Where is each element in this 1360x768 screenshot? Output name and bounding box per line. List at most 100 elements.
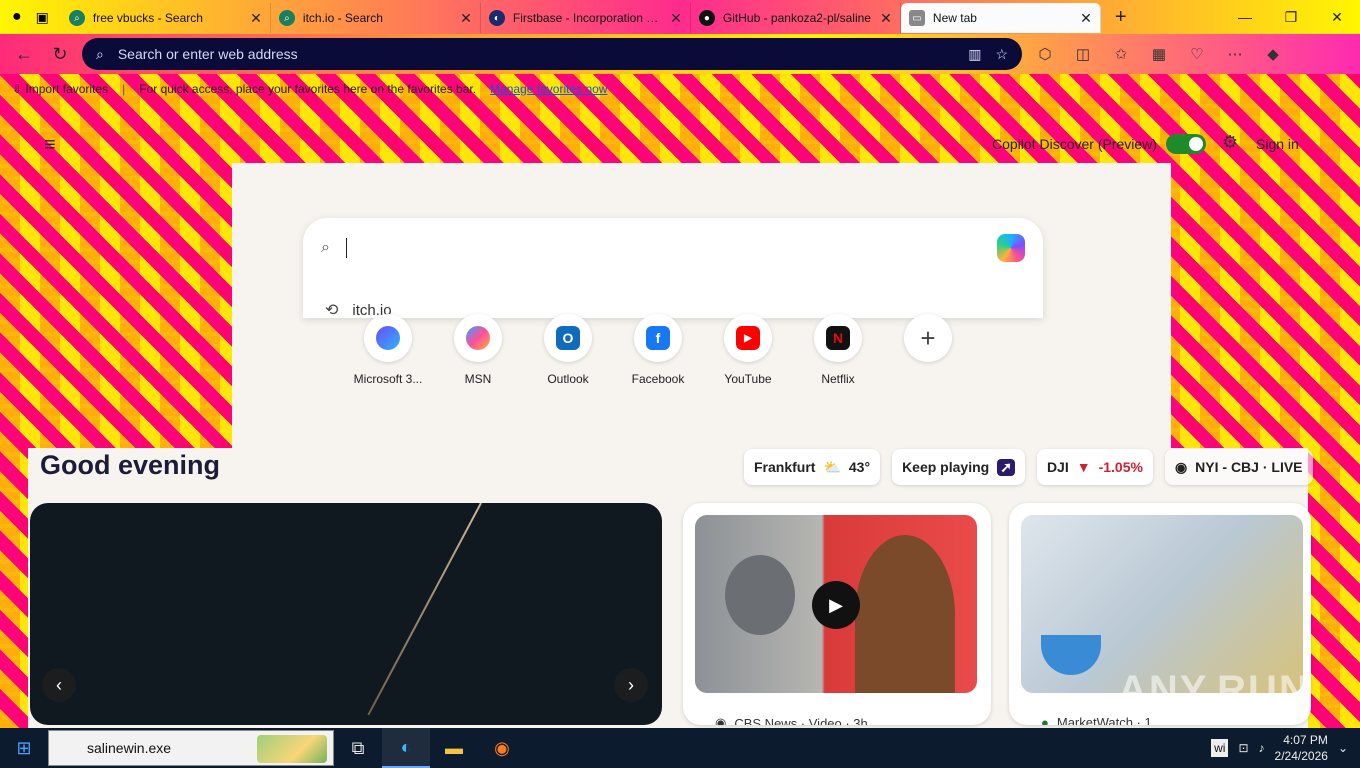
import-favorites-link[interactable]: ⇩ Import favorites bbox=[12, 82, 108, 96]
copilot-logo-icon[interactable] bbox=[997, 234, 1025, 262]
copilot-icon[interactable]: ◆ bbox=[1258, 39, 1288, 69]
quick-link-label: Facebook bbox=[631, 372, 685, 386]
source-label: CBS News · Video · 3h bbox=[734, 715, 868, 726]
close-icon[interactable]: ✕ bbox=[1080, 10, 1092, 27]
profile-icon[interactable]: ● bbox=[12, 8, 22, 26]
address-placeholder: Search or enter web address bbox=[117, 46, 298, 62]
stock-change: -1.05% bbox=[1098, 459, 1143, 475]
split-window-icon[interactable]: ◫ bbox=[1068, 39, 1098, 69]
clock-time: 4:07 PM bbox=[1283, 733, 1328, 747]
browser-toolbar: ← ↻ ⌕ Search or enter web address ▥ ☆ ⬡ … bbox=[0, 34, 1360, 74]
stock-chip[interactable]: DJI ▼ -1.05% bbox=[1036, 449, 1153, 485]
outlook-icon: O bbox=[556, 326, 580, 350]
tab-itch-search[interactable]: ⌕ itch.io - Search ✕ bbox=[271, 3, 481, 33]
search-highlight-art bbox=[257, 735, 327, 763]
quick-link-outlook[interactable]: O Outlook bbox=[538, 314, 598, 386]
news-thumbnail bbox=[1021, 515, 1303, 693]
task-view-icon[interactable]: ⧉ bbox=[334, 728, 382, 768]
hockey-icon: ◉ bbox=[1174, 458, 1188, 475]
quick-link-microsoft365[interactable]: Microsoft 3... bbox=[354, 314, 422, 386]
video-news-card[interactable]: ▶ ◉ CBS News · Video · 3h bbox=[683, 503, 991, 725]
search-icon: ⌕ bbox=[68, 10, 85, 26]
notifications-chevron-icon[interactable]: ⌄ bbox=[1338, 741, 1348, 755]
info-chips: Frankfurt ⛅ 43° Keep playing ➚ DJI ▼ -1.… bbox=[744, 449, 1313, 485]
games-label: Keep playing bbox=[902, 459, 990, 475]
address-bar[interactable]: ⌕ Search or enter web address ▥ ☆ bbox=[82, 38, 1022, 70]
newtab-icon: ▭ bbox=[908, 10, 925, 26]
cbs-eye-icon: ◉ bbox=[715, 715, 727, 725]
split-screen-icon[interactable]: ▥ bbox=[968, 46, 981, 63]
tab-label: itch.io - Search bbox=[302, 11, 383, 25]
coffee-cup bbox=[1041, 635, 1101, 675]
netflix-icon: N bbox=[826, 326, 850, 350]
carousel-next-icon[interactable]: › bbox=[614, 668, 648, 702]
close-icon[interactable]: ✕ bbox=[250, 10, 262, 27]
favorites-icon[interactable]: ✩ bbox=[1106, 39, 1136, 69]
manage-favorites-link[interactable]: Manage favorites now bbox=[490, 82, 607, 96]
tab-label: New tab bbox=[932, 11, 977, 25]
close-icon[interactable]: ✕ bbox=[880, 10, 892, 27]
search-icon: ⌕ bbox=[278, 10, 295, 26]
refresh-icon[interactable]: ↻ bbox=[46, 40, 74, 68]
tab-new-tab[interactable]: ▭ New tab ✕ bbox=[900, 3, 1101, 33]
quick-link-netflix[interactable]: N Netflix bbox=[808, 314, 868, 386]
sign-in-button[interactable]: Sign in bbox=[1256, 136, 1299, 152]
ntp-search-box[interactable]: ⌕ ⟲ itch.io bbox=[303, 218, 1043, 318]
text-caret bbox=[345, 238, 347, 258]
meteor-streak bbox=[367, 503, 482, 716]
collections-icon[interactable]: ▦ bbox=[1144, 39, 1174, 69]
tab-firstbase[interactable]: ◐ Firstbase - Incorporation Flo ✕ bbox=[481, 3, 691, 33]
extensions-icon[interactable]: ⬡ bbox=[1030, 39, 1060, 69]
quick-link-facebook[interactable]: f Facebook bbox=[628, 314, 688, 386]
quick-link-youtube[interactable]: ▶ YouTube bbox=[718, 314, 778, 386]
tab-actions-icon[interactable]: ▣ bbox=[36, 9, 49, 26]
hero-carousel[interactable]: ‹ › bbox=[30, 503, 662, 725]
games-chip[interactable]: Keep playing ➚ bbox=[892, 449, 1025, 485]
tray-app[interactable]: wi bbox=[1211, 739, 1229, 757]
quick-links: Microsoft 3... MSN O Outlook f Facebook … bbox=[354, 314, 958, 386]
tab-label: free vbucks - Search bbox=[92, 11, 203, 25]
volume-icon[interactable]: ♪ bbox=[1259, 741, 1265, 755]
start-icon[interactable]: ⊞ bbox=[0, 738, 48, 759]
network-icon[interactable]: ⊡ bbox=[1238, 741, 1248, 755]
back-arrow-icon[interactable]: ← bbox=[10, 40, 38, 68]
game-rocket-icon: ➚ bbox=[997, 458, 1015, 476]
close-icon[interactable]: ✕ bbox=[670, 10, 682, 27]
more-options-icon[interactable]: ⋯ bbox=[1220, 39, 1250, 69]
favorites-bar: ⇩ Import favorites | For quick access, p… bbox=[0, 74, 1360, 104]
presenter bbox=[855, 535, 955, 693]
quick-link-msn[interactable]: MSN bbox=[448, 314, 508, 386]
file-explorer-icon[interactable]: ▬ bbox=[430, 728, 478, 768]
down-arrow-icon: ▼ bbox=[1076, 459, 1091, 475]
divider: | bbox=[122, 82, 126, 96]
menu-icon[interactable]: ≡ bbox=[44, 134, 56, 157]
minimize-icon[interactable]: — bbox=[1222, 9, 1268, 26]
firefox-icon[interactable]: ◉ bbox=[478, 728, 526, 768]
sports-score: NYI - CBJ · LIVE bbox=[1195, 459, 1303, 475]
copilot-discover-toggle[interactable] bbox=[1166, 134, 1206, 154]
favorite-star-icon[interactable]: ☆ bbox=[995, 46, 1008, 63]
edge-browser-icon[interactable]: ◐ bbox=[382, 728, 430, 768]
smoke-cloud bbox=[725, 555, 795, 635]
firstbase-icon: ◐ bbox=[488, 10, 505, 26]
tab-github[interactable]: ● GitHub - pankoza2-pl/saline ✕ bbox=[691, 3, 901, 33]
greeting-heading: Good evening bbox=[40, 450, 221, 480]
tab-free-vbucks[interactable]: ⌕ free vbucks - Search ✕ bbox=[61, 3, 271, 33]
weather-city: Frankfurt bbox=[754, 459, 816, 475]
new-tab-plus-icon[interactable]: + bbox=[1115, 6, 1127, 29]
marketwatch-icon: ● bbox=[1041, 715, 1049, 725]
taskbar-search[interactable]: salinewin.exe bbox=[48, 730, 334, 766]
close-icon[interactable]: ✕ bbox=[460, 10, 472, 27]
search-icon: ⌕ bbox=[321, 239, 330, 256]
window-close-icon[interactable]: ✕ bbox=[1314, 9, 1360, 26]
taskbar-search-value: salinewin.exe bbox=[87, 740, 172, 756]
clock[interactable]: 4:07 PM 2/24/2026 bbox=[1275, 732, 1328, 764]
weather-chip[interactable]: Frankfurt ⛅ 43° bbox=[744, 449, 881, 485]
sports-chip[interactable]: ◉ NYI - CBJ · LIVE bbox=[1164, 449, 1313, 485]
carousel-prev-icon[interactable]: ‹ bbox=[42, 668, 76, 702]
play-icon[interactable]: ▶ bbox=[812, 581, 860, 629]
browser-essentials-icon[interactable]: ♡ bbox=[1182, 39, 1212, 69]
add-quick-link[interactable]: + bbox=[898, 314, 958, 386]
maximize-icon[interactable]: ❐ bbox=[1268, 9, 1314, 26]
settings-gear-icon[interactable]: ⚙ bbox=[1222, 132, 1238, 153]
